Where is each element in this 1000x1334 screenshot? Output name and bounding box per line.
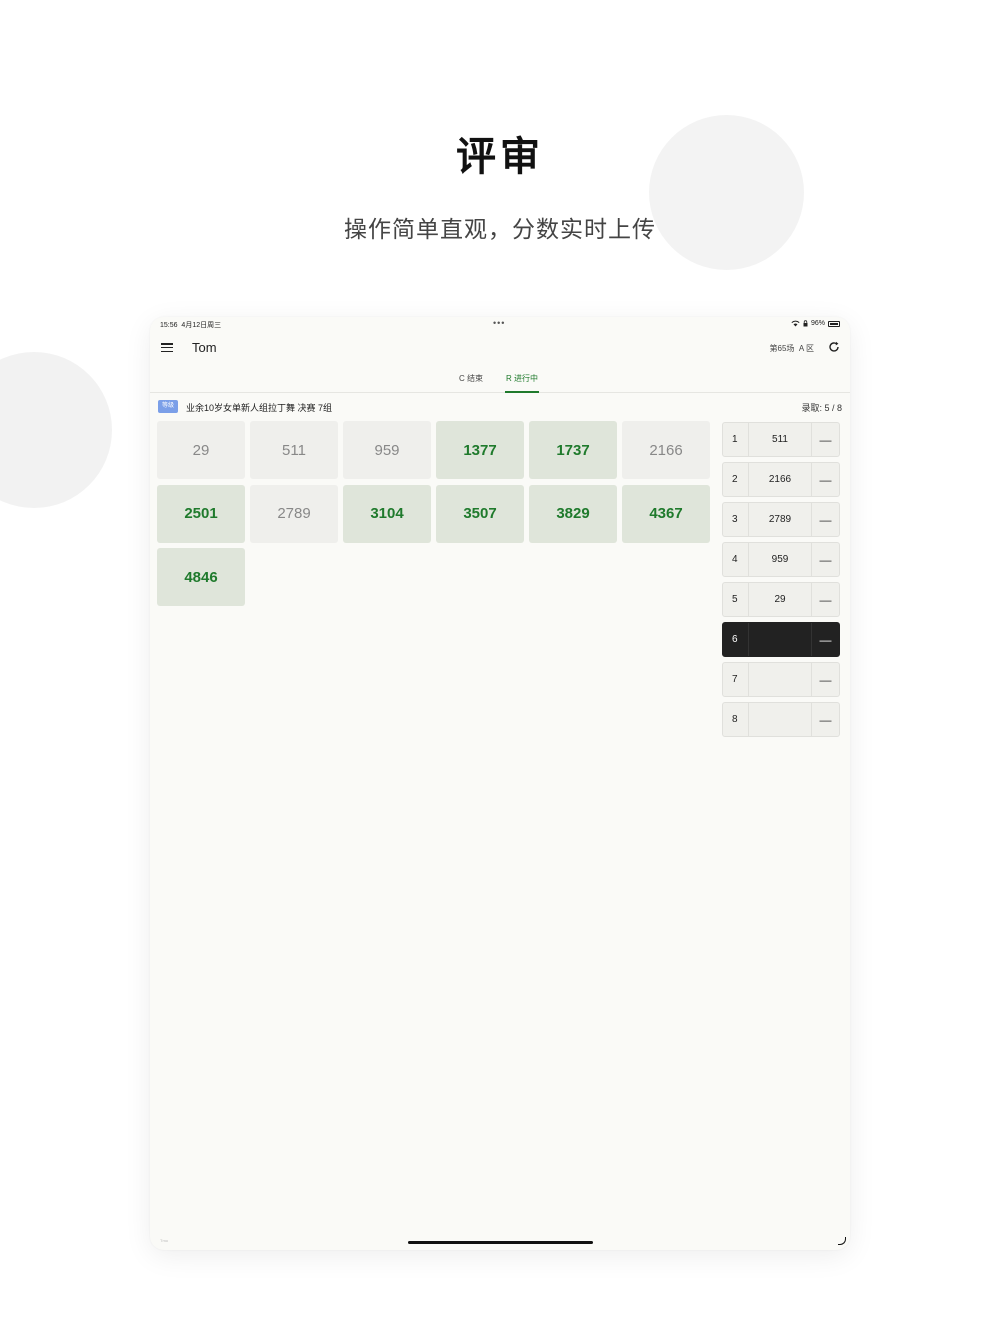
remove-rank-button[interactable]: —: [811, 503, 839, 536]
rank-slot[interactable]: 3 2789 —: [722, 502, 840, 537]
contestant-tile[interactable]: 4367: [622, 484, 710, 543]
contestant-tile[interactable]: 3507: [436, 484, 524, 543]
remove-rank-button[interactable]: —: [811, 703, 839, 736]
level-badge: 等级: [158, 400, 179, 413]
status-time: 15:56 4月12日周三: [160, 322, 222, 329]
rank-number: 5: [723, 583, 749, 616]
battery-icon: [828, 320, 840, 327]
rank-contestant: [749, 663, 811, 696]
contestant-tile[interactable]: 511: [250, 421, 338, 479]
rank-slot[interactable]: 4 959 —: [722, 542, 840, 577]
contestant-tile[interactable]: 3829: [529, 484, 617, 543]
status-bar: 15:56 4月12日周三 ••• 96%: [150, 317, 850, 331]
remove-rank-button[interactable]: —: [811, 623, 839, 656]
rank-number: 6: [723, 623, 749, 656]
group-header: 等级 业余10岁女单新人组拉丁舞 决赛 7组 录取: 5 / 8: [158, 400, 842, 414]
multitask-dots[interactable]: •••: [493, 318, 505, 328]
hero-subtitle: 操作简单直观，分数实时上传: [344, 217, 656, 243]
rank-contestant: 2166: [768, 474, 792, 485]
hero-title: 评审: [456, 134, 544, 180]
contestant-tile[interactable]: 2166: [622, 421, 710, 479]
rank-contestant: 2789: [768, 514, 792, 525]
corner-mark: [838, 1237, 846, 1245]
contestant-tile[interactable]: 4846: [157, 548, 245, 606]
status-tabs: C 结束 R 进行中: [150, 368, 850, 393]
user-name: Tom: [192, 340, 217, 355]
rank-contestant: [749, 623, 811, 656]
app-bar: Tom 第65场 A 区: [150, 335, 850, 361]
rank-number: 3: [723, 503, 749, 536]
footer-text: Tmo: [160, 1238, 168, 1243]
rank-contestant: 29: [774, 594, 786, 605]
contestant-tile[interactable]: 959: [343, 421, 431, 479]
rank-number: 4: [723, 543, 749, 576]
rank-slot[interactable]: 5 29 —: [722, 582, 840, 617]
rank-slot[interactable]: 2 2166 —: [722, 462, 840, 497]
rank-number: 2: [723, 463, 749, 496]
rank-number: 8: [723, 703, 749, 736]
status-indicators: 96%: [791, 320, 840, 327]
menu-icon[interactable]: [161, 343, 173, 353]
contestant-tile[interactable]: 2789: [250, 484, 338, 543]
rank-contestant: [749, 703, 811, 736]
contestant-tile[interactable]: 29: [157, 421, 245, 479]
rank-slot[interactable]: 8—: [722, 702, 840, 737]
wifi-icon: [791, 320, 800, 327]
contestant-tile[interactable]: 1737: [529, 421, 617, 479]
quota-count: 录取: 5 / 8: [801, 403, 842, 413]
rank-number: 1: [723, 423, 749, 456]
group-title: 业余10岁女单新人组拉丁舞 决赛 7组: [186, 403, 333, 413]
contestant-tile[interactable]: 3104: [343, 484, 431, 543]
home-indicator[interactable]: [408, 1241, 593, 1244]
remove-rank-button[interactable]: —: [811, 463, 839, 496]
contestant-tile[interactable]: 1377: [436, 421, 524, 479]
decorative-circle: [0, 352, 112, 508]
contestant-tile[interactable]: 2501: [157, 484, 245, 543]
rank-slot[interactable]: 7—: [722, 662, 840, 697]
battery-percent: 96%: [810, 320, 825, 327]
round-info: 第65场 A 区: [769, 344, 814, 353]
rank-contestant: 959: [771, 554, 789, 565]
remove-rank-button[interactable]: —: [811, 583, 839, 616]
refresh-icon[interactable]: [827, 340, 841, 354]
lock-icon: [803, 320, 808, 327]
tablet-screen: 15:56 4月12日周三 ••• 96% Tom 第65场 A 区 C 结束 …: [150, 317, 850, 1250]
remove-rank-button[interactable]: —: [811, 543, 839, 576]
remove-rank-button[interactable]: —: [811, 423, 839, 456]
rank-slot[interactable]: 1 511 —: [722, 422, 840, 457]
rank-contestant: 511: [772, 434, 788, 445]
tab-in-progress[interactable]: R 进行中: [505, 373, 539, 393]
rank-slot[interactable]: 6—: [722, 622, 840, 657]
tab-finished[interactable]: C 结束: [459, 373, 483, 393]
rank-number: 7: [723, 663, 749, 696]
remove-rank-button[interactable]: —: [811, 663, 839, 696]
